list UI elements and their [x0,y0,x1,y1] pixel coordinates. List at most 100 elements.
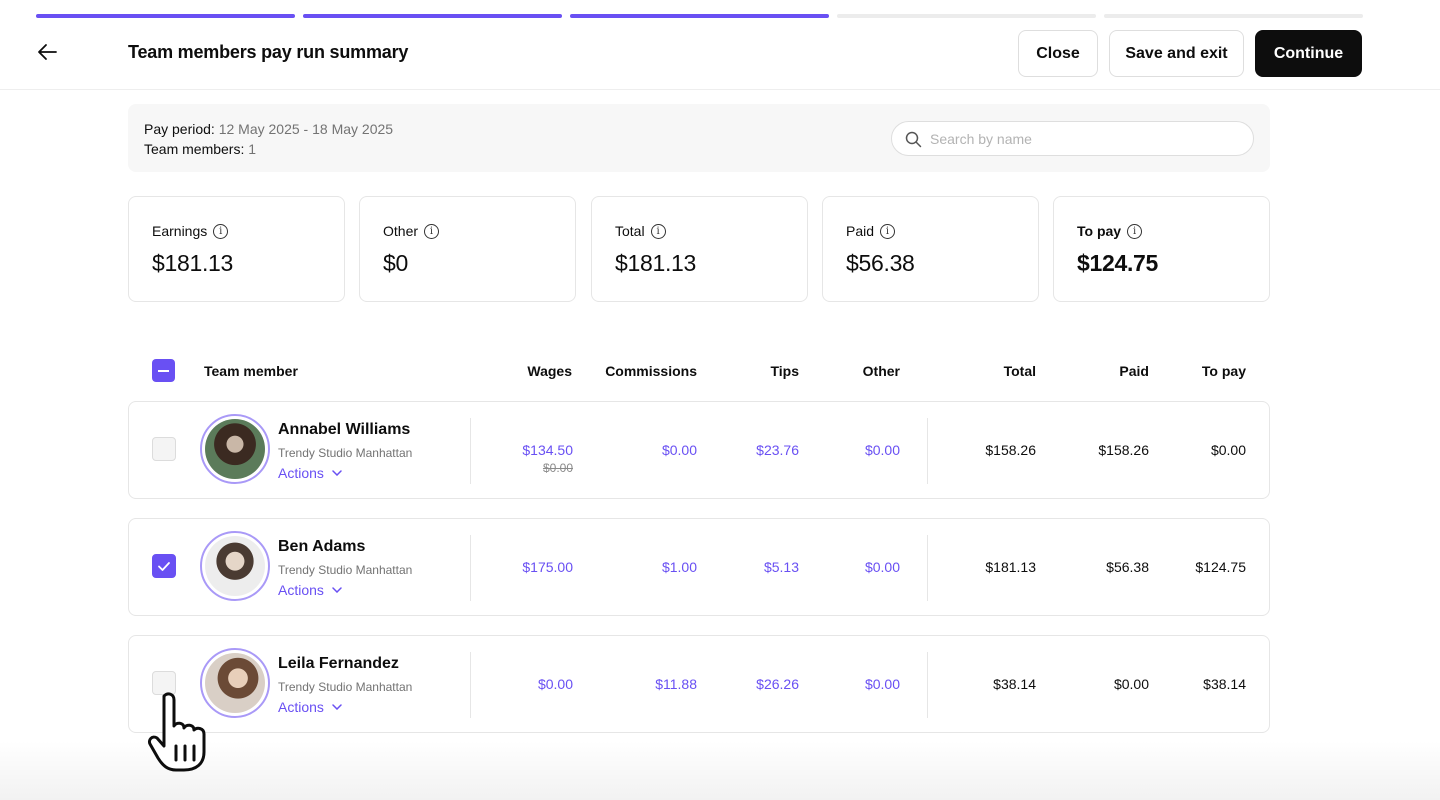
chevron-down-icon [332,470,342,476]
select-all-checkbox[interactable] [152,359,175,382]
avatar [200,414,270,484]
page-title: Team members pay run summary [128,42,409,62]
earnings-label: Earnings [152,223,208,239]
to-pay-value: $38.14 [1203,676,1246,692]
member-name: Annabel Williams [278,421,411,438]
tips-value[interactable]: $23.76 [699,442,799,458]
column-header-tips: Tips [770,363,799,379]
search-input[interactable] [930,128,1230,150]
table-row: Leila Fernandez Trendy Studio Manhattan … [128,635,1270,733]
team-members-label: Team members: [144,141,245,157]
search-box[interactable] [891,121,1254,156]
tips-value[interactable]: $5.13 [699,559,799,575]
member-name: Leila Fernandez [278,655,399,672]
info-icon[interactable]: i [1127,223,1143,239]
info-icon[interactable]: i [880,223,896,239]
wages-value[interactable]: $175.00 [473,559,573,575]
divider [470,652,471,718]
other-value[interactable]: $0.00 [800,442,900,458]
total-label: Total [615,223,645,239]
other-label: Other [383,223,419,239]
chevron-down-icon [332,704,342,710]
arrow-left-icon [38,44,57,60]
paid-card: Paid i $56.38 [822,196,1039,302]
paid-value: $56.38 [1106,559,1149,575]
info-icon[interactable]: i [424,223,440,239]
commissions-value[interactable]: $1.00 [587,559,697,575]
team-members-value: 1 [248,141,257,157]
actions-dropdown[interactable]: Actions [278,699,342,715]
earnings-card: Earnings i $181.13 [128,196,345,302]
divider [927,652,928,718]
page-header: Team members pay run summary Close Save … [0,0,1440,90]
divider [470,535,471,601]
paid-value: $158.26 [1098,442,1149,458]
to-pay-value: $124.75 [1195,559,1246,575]
paid-value: $0.00 [1113,676,1149,692]
column-header-wages: Wages [527,363,572,379]
pay-period-line: Pay period: 12 May 2025 - 18 May 2025 [144,121,393,137]
table-row: Annabel Williams Trendy Studio Manhattan… [128,401,1270,499]
earnings-value: $181.13 [152,250,234,276]
table-row: Ben Adams Trendy Studio Manhattan Action… [128,518,1270,616]
row-checkbox[interactable] [152,437,176,461]
wages-value[interactable]: $0.00 [473,676,573,692]
column-header-other: Other [862,363,900,379]
info-icon[interactable]: i [213,223,229,239]
avatar [200,531,270,601]
back-button[interactable] [36,41,58,63]
wages-original-value: $0.00 [542,461,573,475]
total-card: Total i $181.13 [591,196,808,302]
close-button[interactable]: Close [1018,30,1098,77]
other-value[interactable]: $0.00 [800,676,900,692]
pay-period-value: 12 May 2025 - 18 May 2025 [218,121,394,137]
check-icon [158,562,170,571]
other-card: Other i $0 [359,196,576,302]
tips-value[interactable]: $26.26 [699,676,799,692]
paid-label-row: Paid i [846,223,896,239]
paid-value: $56.38 [846,250,915,276]
divider [927,418,928,484]
to-pay-value: $124.75 [1077,250,1159,276]
info-icon[interactable]: i [650,223,666,239]
other-value[interactable]: $0.00 [800,559,900,575]
to-pay-card: To pay i $124.75 [1053,196,1270,302]
column-header-paid: Paid [1119,363,1149,379]
actions-label: Actions [278,699,324,715]
to-pay-label-row: To pay i [1077,223,1143,239]
total-value: $158.26 [985,442,1036,458]
member-location: Trendy Studio Manhattan [278,446,413,460]
hand-cursor-icon [148,692,206,772]
actions-label: Actions [278,465,324,481]
pay-period-label: Pay period: [144,121,215,137]
save-and-exit-button[interactable]: Save and exit [1109,30,1244,77]
commissions-value[interactable]: $0.00 [587,442,697,458]
pay-period-info: Pay period: 12 May 2025 - 18 May 2025 Te… [128,104,1270,172]
actions-dropdown[interactable]: Actions [278,465,342,481]
divider [927,535,928,601]
search-icon [905,131,922,148]
column-header-commissions: Commissions [605,363,697,379]
actions-label: Actions [278,582,324,598]
actions-dropdown[interactable]: Actions [278,582,342,598]
wages-value[interactable]: $134.50 [473,442,573,458]
continue-button[interactable]: Continue [1255,30,1362,77]
column-header-to-pay: To pay [1201,363,1246,379]
member-name: Ben Adams [278,538,366,555]
chevron-down-icon [332,587,342,593]
paid-label: Paid [846,223,875,239]
total-value: $38.14 [993,676,1036,692]
member-location: Trendy Studio Manhattan [278,680,413,694]
total-value: $181.13 [985,559,1036,575]
team-members-line: Team members: 1 [144,141,256,157]
other-value: $0 [383,250,408,276]
to-pay-value: $0.00 [1210,442,1246,458]
commissions-value[interactable]: $11.88 [587,676,697,692]
total-value: $181.13 [615,250,697,276]
other-label-row: Other i [383,223,440,239]
column-header-team-member: Team member [204,363,298,379]
column-header-total: Total [1003,363,1036,379]
earnings-label-row: Earnings i [152,223,229,239]
to-pay-label: To pay [1077,223,1122,239]
row-checkbox[interactable] [152,554,176,578]
